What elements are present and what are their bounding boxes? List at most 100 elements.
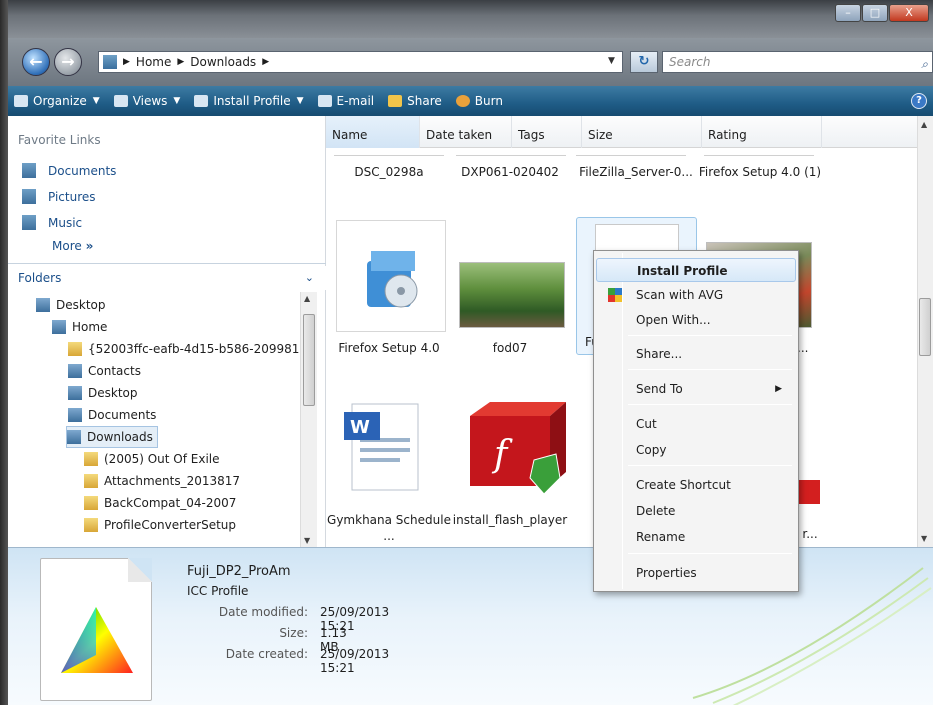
email-icon bbox=[317, 95, 332, 107]
install-profile-button[interactable]: Install Profile ▼ bbox=[194, 94, 304, 108]
installer-box-icon bbox=[367, 251, 418, 308]
preview-file-name: Fuji_DP2_ProAm bbox=[187, 564, 291, 579]
menu-item-scan-avg[interactable]: Scan with AVG bbox=[596, 283, 796, 307]
install-icon bbox=[194, 95, 209, 107]
tree-item[interactable]: ProfileConverterSetup bbox=[84, 514, 236, 536]
close-button[interactable]: X bbox=[889, 4, 929, 22]
column-name[interactable]: Name bbox=[326, 116, 420, 148]
burn-button[interactable]: Burn bbox=[455, 94, 503, 108]
address-bar-row: ← → ▶ Home ▶ Downloads ▶ ▼ ↻ Search ⌕ bbox=[8, 38, 933, 86]
file-item[interactable]: DSC_0298a bbox=[326, 164, 452, 180]
help-icon[interactable]: ? bbox=[911, 93, 927, 109]
menu-item-rename[interactable]: Rename bbox=[596, 525, 796, 549]
favorite-links-header: Favorite Links bbox=[18, 133, 101, 147]
breadcrumb-home[interactable]: Home bbox=[136, 55, 171, 69]
file-item[interactable]: install_flash_player bbox=[450, 512, 570, 528]
refresh-button[interactable]: ↻ bbox=[630, 51, 658, 73]
maximize-button[interactable]: □ bbox=[862, 4, 888, 22]
share-button[interactable]: Share bbox=[388, 94, 442, 108]
folder-icon bbox=[84, 452, 98, 466]
column-tags[interactable]: Tags bbox=[512, 116, 582, 148]
views-button[interactable]: Views ▼ bbox=[113, 94, 181, 108]
music-icon bbox=[22, 215, 36, 230]
file-item[interactable]: r... bbox=[798, 526, 822, 542]
thumbnail-edge bbox=[704, 148, 814, 156]
menu-item-create-shortcut[interactable]: Create Shortcut bbox=[596, 473, 796, 497]
downloads-icon bbox=[67, 430, 81, 444]
tree-item[interactable]: {52003ffc-eafb-4d15-b586-209981 bbox=[68, 338, 299, 360]
menu-item-install-profile[interactable]: Install Profile bbox=[596, 258, 796, 282]
menu-item-properties[interactable]: Properties bbox=[596, 561, 796, 585]
chevron-down-icon: ⌄ bbox=[304, 271, 314, 284]
tree-item[interactable]: Attachments_2013817 bbox=[84, 470, 240, 492]
tree-item[interactable]: Home bbox=[52, 316, 107, 338]
file-item[interactable]: Firefox Setup 4.0 (1) bbox=[698, 164, 822, 180]
photo-thumbnail[interactable] bbox=[459, 262, 565, 328]
scroll-thumb[interactable] bbox=[303, 314, 315, 406]
tree-scrollbar[interactable]: ▲ ▼ bbox=[300, 292, 317, 547]
email-button[interactable]: E-mail bbox=[317, 94, 374, 108]
menu-separator bbox=[628, 335, 792, 336]
documents-icon bbox=[22, 163, 36, 178]
back-arrow-icon: ← bbox=[29, 52, 43, 71]
folders-header[interactable]: Folders ⌄ bbox=[8, 266, 326, 290]
thumbnail-edge bbox=[576, 148, 686, 156]
scroll-down-icon[interactable]: ▼ bbox=[304, 536, 310, 545]
column-size[interactable]: Size bbox=[582, 116, 702, 148]
scroll-up-icon[interactable]: ▲ bbox=[921, 120, 927, 129]
tree-item[interactable]: Documents bbox=[68, 404, 156, 426]
file-thumbnail[interactable] bbox=[336, 220, 446, 332]
breadcrumb-downloads[interactable]: Downloads bbox=[190, 55, 256, 69]
tree-item[interactable]: Contacts bbox=[68, 360, 141, 382]
favorite-pictures[interactable]: Pictures bbox=[22, 189, 96, 204]
menu-item-send-to[interactable]: Send To ▶ bbox=[596, 377, 796, 401]
preview-file-type: ICC Profile bbox=[187, 584, 249, 598]
search-icon[interactable]: ⌕ bbox=[921, 54, 928, 74]
back-button[interactable]: ← bbox=[22, 48, 50, 76]
history-dropdown-icon[interactable]: ▼ bbox=[608, 56, 615, 66]
menu-item-open-with[interactable]: Open With... bbox=[596, 308, 796, 332]
favorite-music[interactable]: Music bbox=[22, 215, 82, 230]
minimize-button[interactable]: – bbox=[835, 4, 861, 22]
search-input[interactable]: Search ⌕ bbox=[662, 51, 933, 73]
divider bbox=[8, 263, 326, 264]
menu-item-copy[interactable]: Copy bbox=[596, 438, 796, 462]
file-item[interactable]: fod07 bbox=[450, 340, 570, 356]
file-item[interactable]: FileZilla_Server-0... bbox=[574, 164, 698, 180]
menu-separator bbox=[628, 465, 792, 466]
file-item[interactable]: Firefox Setup 4.0 bbox=[326, 340, 452, 356]
tree-item[interactable]: (2005) Out Of Exile bbox=[84, 448, 220, 470]
favorite-documents[interactable]: Documents bbox=[22, 163, 116, 178]
tree-item-selected[interactable]: Downloads bbox=[66, 426, 158, 448]
column-date-taken[interactable]: Date taken bbox=[420, 116, 512, 148]
forward-button[interactable]: → bbox=[54, 48, 82, 76]
folder-icon bbox=[103, 55, 117, 69]
file-item[interactable]: Gymkhana Schedule ... bbox=[326, 512, 452, 544]
menu-item-share[interactable]: Share... bbox=[596, 342, 796, 366]
menu-item-delete[interactable]: Delete bbox=[596, 499, 796, 523]
double-chevron-icon: » bbox=[85, 239, 94, 253]
scroll-up-icon[interactable]: ▲ bbox=[304, 294, 310, 303]
navigation-pane: Favorite Links Documents Pictures Music … bbox=[8, 116, 326, 547]
breadcrumb[interactable]: ▶ Home ▶ Downloads ▶ bbox=[98, 51, 623, 73]
file-list-scrollbar[interactable]: ▲ ▼ bbox=[917, 116, 933, 547]
tree-item[interactable]: Desktop bbox=[36, 294, 106, 316]
word-document-thumbnail[interactable]: W bbox=[338, 398, 434, 498]
scroll-down-icon[interactable]: ▼ bbox=[921, 534, 927, 543]
folder-icon bbox=[84, 474, 98, 488]
tree-item[interactable]: Desktop bbox=[68, 382, 138, 404]
flash-installer-thumbnail[interactable]: f bbox=[460, 398, 570, 498]
organize-button[interactable]: Organize ▼ bbox=[14, 94, 100, 108]
chevron-down-icon: ▼ bbox=[173, 96, 181, 106]
menu-item-cut[interactable]: Cut bbox=[596, 412, 796, 436]
scroll-thumb[interactable] bbox=[919, 298, 931, 356]
more-links[interactable]: More » bbox=[52, 239, 93, 253]
folder-tree: Desktop Home {52003ffc-eafb-4d15-b586-20… bbox=[8, 292, 308, 547]
folder-icon bbox=[68, 342, 82, 356]
column-rating[interactable]: Rating bbox=[702, 116, 822, 148]
tree-item[interactable]: BackCompat_04-2007 bbox=[84, 492, 236, 514]
forward-arrow-icon: → bbox=[61, 52, 75, 71]
file-item[interactable]: DXP061-020402 bbox=[450, 164, 570, 180]
organize-icon bbox=[14, 95, 28, 107]
share-icon bbox=[388, 95, 403, 107]
